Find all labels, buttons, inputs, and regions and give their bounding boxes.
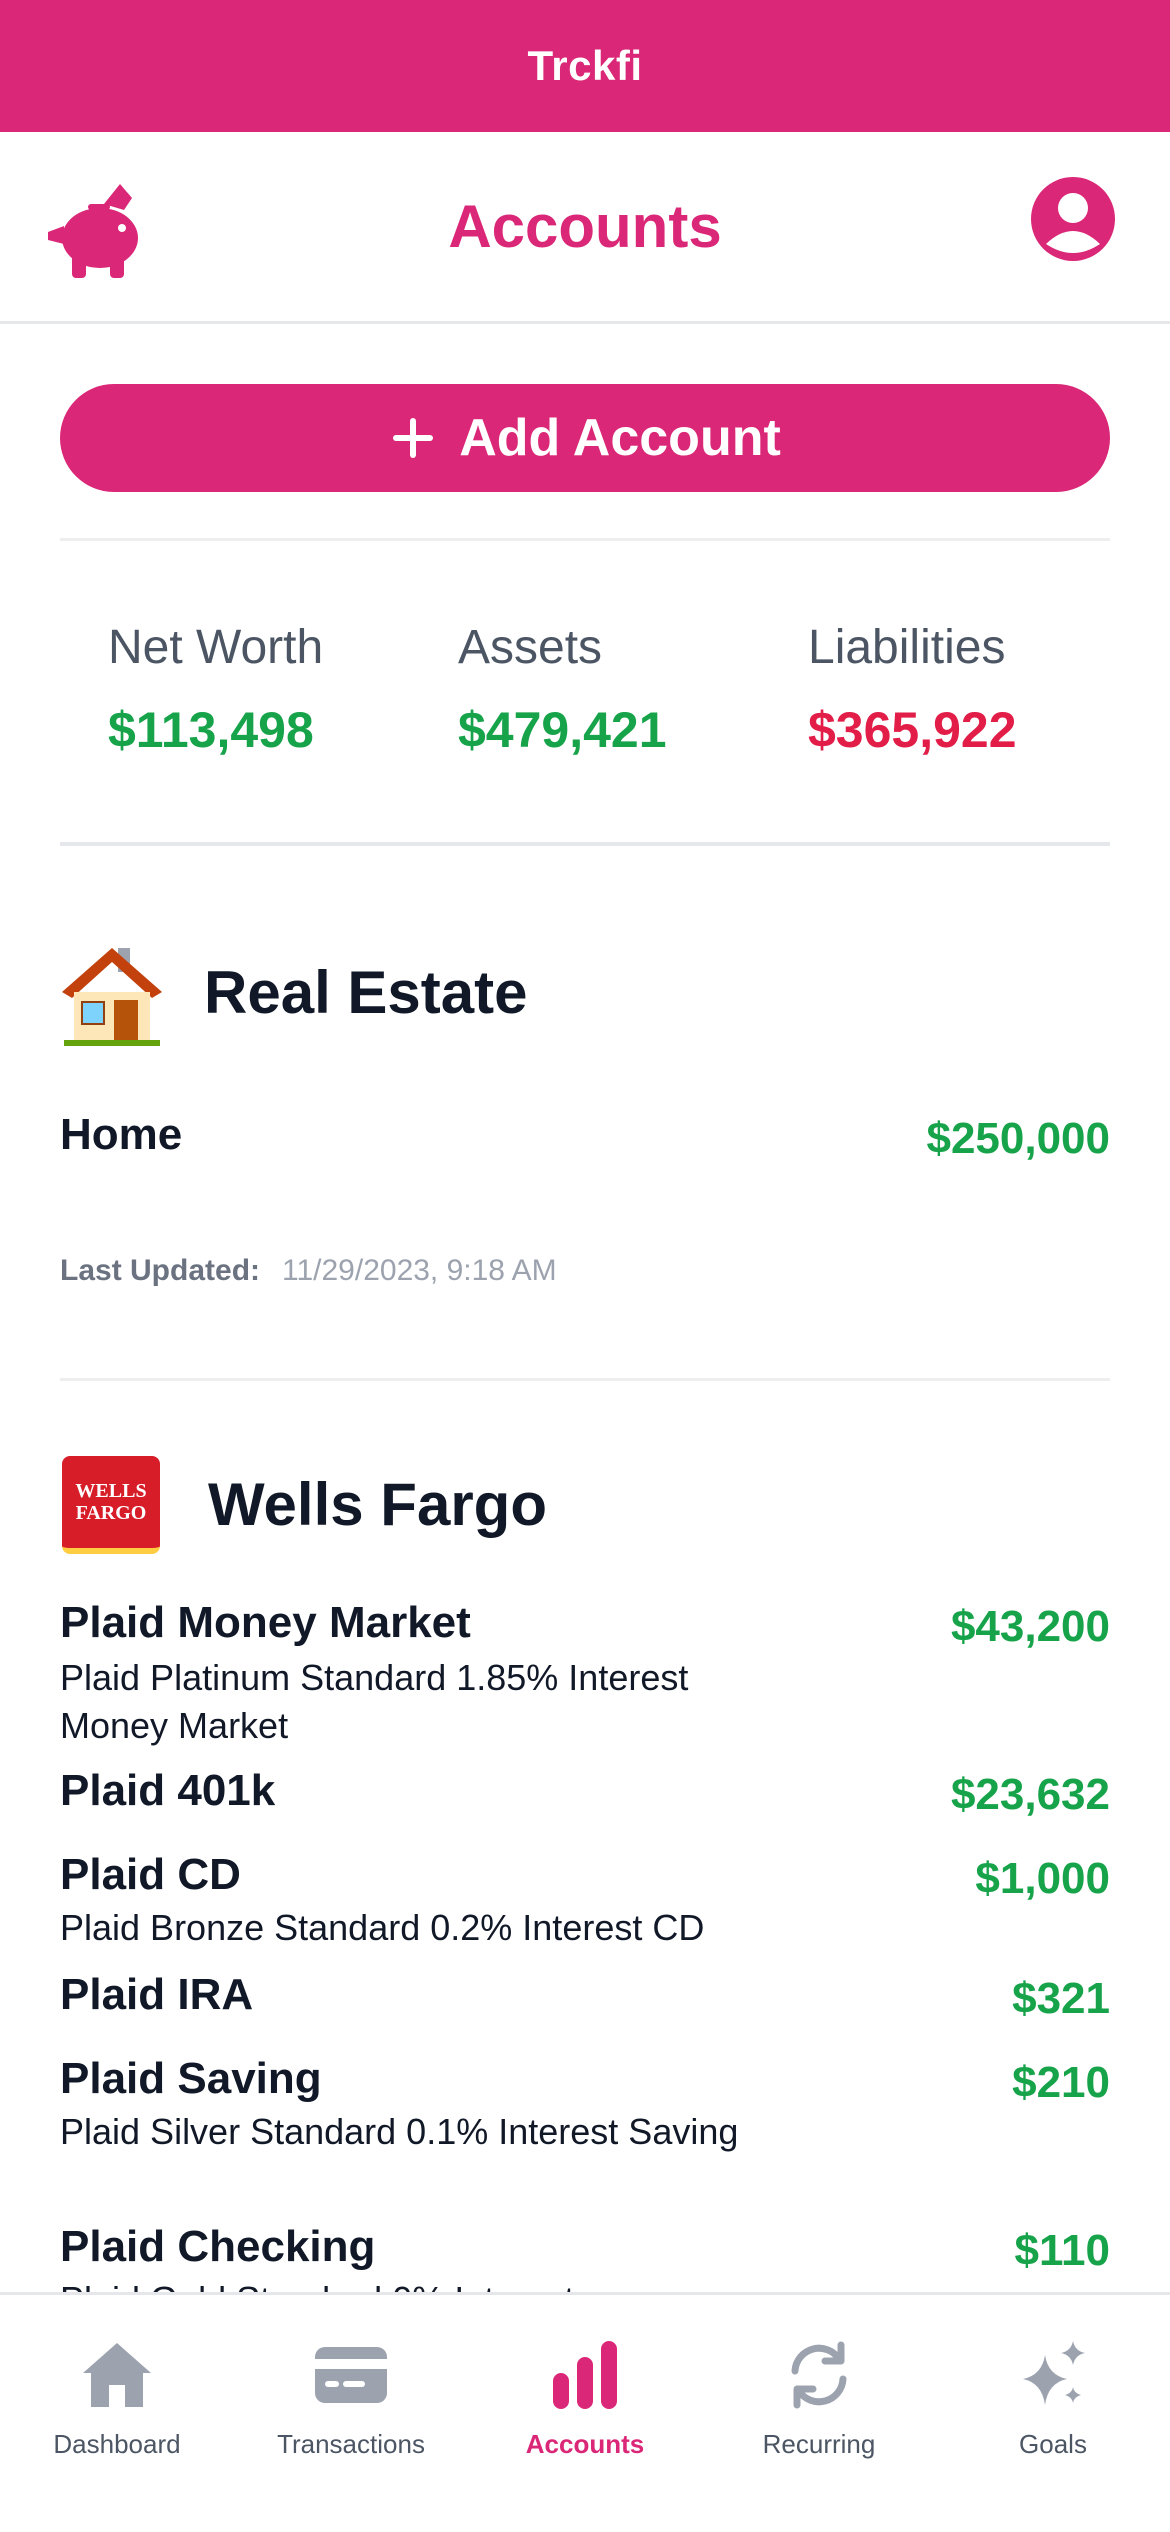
divider: [60, 842, 1110, 846]
liabilities-label: Liabilities: [808, 621, 1006, 674]
last-updated: Last Updated: 11/29/2023, 9:18 AM: [60, 1254, 557, 1288]
liabilities-value: $365,922: [808, 702, 1017, 758]
summary-section: Net Worth $113,498 Assets $479,421 Liabi…: [0, 620, 1170, 760]
real-estate-title: Real Estate: [204, 959, 528, 1026]
tab-label: Accounts: [525, 2429, 645, 2459]
card-icon: [315, 2347, 387, 2403]
tab-recurring[interactable]: Recurring: [702, 2295, 936, 2465]
assets-value: $479,421: [458, 702, 667, 758]
page-header: Accounts: [0, 132, 1170, 324]
account-value: $250,000: [926, 1114, 1110, 1163]
account-description: Plaid Silver Standard 0.1% Interest Savi…: [60, 2111, 739, 2152]
account-value: $210: [1012, 2058, 1110, 2107]
tab-label: Recurring: [762, 2429, 876, 2459]
assets-label: Assets: [458, 621, 603, 674]
assets-summary: Assets $479,421: [458, 620, 667, 759]
page-title: Accounts: [448, 193, 722, 260]
add-account-button[interactable]: Add Account: [60, 384, 1110, 492]
wells-fargo-title: Wells Fargo: [208, 1471, 547, 1538]
user-circle-icon[interactable]: [1028, 174, 1118, 264]
plus-icon: [393, 418, 434, 458]
bar-chart-icon: [553, 2341, 617, 2409]
logo-text-line: WELLS: [75, 1480, 147, 1502]
refresh-icon: [791, 2341, 847, 2409]
piggy-bank-icon[interactable]: [44, 180, 150, 280]
tab-goals[interactable]: Goals: [936, 2295, 1170, 2465]
tab-accounts[interactable]: Accounts: [468, 2295, 702, 2465]
account-name: Plaid Money Market: [60, 1598, 471, 1647]
bottom-tab-bar: Dashboard Transactions Accounts Recurrin…: [0, 2292, 1170, 2532]
app-title: Trckfi: [527, 42, 643, 89]
divider: [60, 538, 1110, 541]
tab-transactions[interactable]: Transactions: [234, 2295, 468, 2465]
account-name: Plaid CD: [60, 1850, 241, 1899]
account-value: $23,632: [950, 1770, 1110, 1819]
net-worth-value: $113,498: [108, 702, 314, 758]
account-value: $321: [1012, 1974, 1110, 2023]
account-name: Plaid IRA: [60, 1970, 254, 2019]
tab-label: Goals: [1019, 2429, 1087, 2459]
net-worth-summary: Net Worth $113,498: [108, 620, 323, 759]
account-value: $110: [1014, 2226, 1110, 2275]
house-icon: [62, 948, 162, 1046]
account-value: $1,000: [975, 1854, 1110, 1903]
logo-text-line: FARGO: [75, 1502, 147, 1524]
home-icon: [83, 2343, 151, 2407]
wells-fargo-logo: WELLS FARGO: [62, 1456, 160, 1554]
net-worth-label: Net Worth: [108, 621, 324, 674]
app-bar: Trckfi: [0, 0, 1170, 132]
account-description: Plaid Platinum Standard 1.85% Interest M…: [60, 1657, 689, 1746]
tab-label: Dashboard: [53, 2429, 181, 2459]
last-updated-timestamp: 11/29/2023, 9:18 AM: [282, 1254, 557, 1287]
account-name: Plaid Saving: [60, 2054, 322, 2103]
add-account-label: Add Account: [459, 409, 781, 467]
account-value: $43,200: [950, 1602, 1110, 1651]
liabilities-summary: Liabilities $365,922: [808, 620, 1017, 759]
account-name: Plaid Checking: [60, 2222, 376, 2271]
account-name: Home: [60, 1110, 183, 1159]
sparkles-icon: [1023, 2341, 1085, 2405]
tab-dashboard[interactable]: Dashboard: [0, 2295, 234, 2465]
account-description: Plaid Bronze Standard 0.2% Interest CD: [60, 1907, 705, 1948]
tab-label: Transactions: [277, 2429, 425, 2459]
divider: [60, 1378, 1110, 1381]
account-name: Plaid 401k: [60, 1766, 276, 1815]
last-updated-label: Last Updated:: [60, 1254, 261, 1287]
